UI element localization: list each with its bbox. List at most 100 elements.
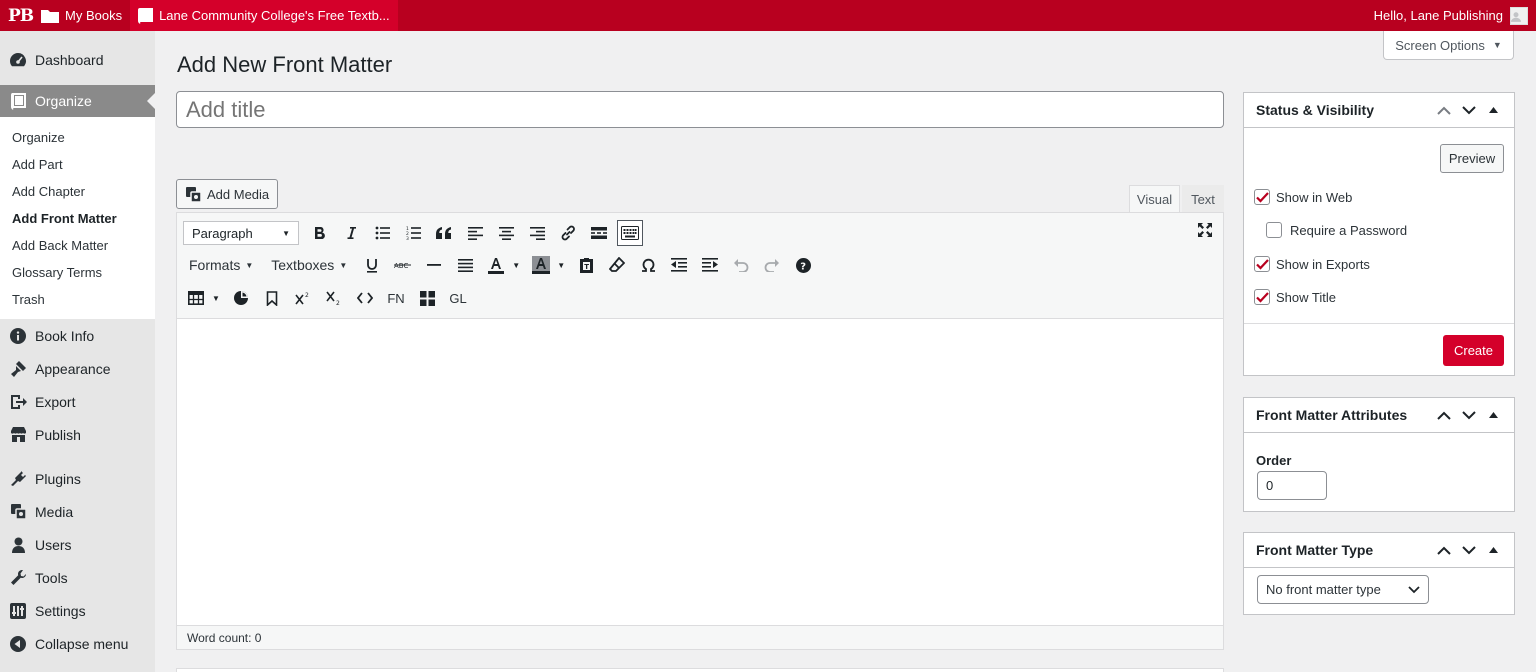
insert-link-button[interactable] — [555, 220, 581, 246]
menu-collapse-label: Collapse menu — [35, 635, 129, 652]
title-input[interactable] — [176, 91, 1224, 128]
info-icon — [9, 327, 27, 345]
background-color-dropdown[interactable]: ▼ — [554, 252, 568, 278]
move-down-button[interactable] — [1456, 98, 1481, 123]
submenu-add-back-matter[interactable]: Add Back Matter — [0, 232, 155, 259]
fullscreen-button[interactable] — [1197, 222, 1213, 238]
glossary-button[interactable]: GL — [445, 285, 471, 311]
menu-media[interactable]: Media — [0, 495, 155, 528]
indent-button[interactable] — [697, 252, 723, 278]
bold-button[interactable] — [307, 220, 333, 246]
underline-button[interactable] — [359, 252, 385, 278]
menu-export[interactable]: Export — [0, 385, 155, 418]
front-matter-type-select[interactable]: No front matter type — [1257, 575, 1429, 604]
undo-button[interactable] — [728, 252, 754, 278]
move-up-button[interactable] — [1431, 538, 1456, 563]
submenu-trash[interactable]: Trash — [0, 286, 155, 313]
menu-book-info[interactable]: Book Info — [0, 319, 155, 352]
text-color-button[interactable] — [483, 252, 509, 278]
show-in-web-checkbox[interactable] — [1254, 189, 1270, 205]
footnote-button[interactable]: FN — [383, 285, 409, 311]
align-right-button[interactable] — [524, 220, 550, 246]
code-button[interactable] — [352, 285, 378, 311]
align-center-button[interactable] — [493, 220, 519, 246]
footnote-label: FN — [387, 290, 405, 306]
account-menu[interactable]: Hello, Lane Publishing — [1366, 0, 1536, 31]
media-icon — [186, 186, 202, 203]
require-password-checkbox[interactable] — [1266, 222, 1282, 238]
menu-organize[interactable]: Organize — [0, 85, 155, 117]
pressbooks-logo[interactable]: PB — [0, 0, 34, 31]
export-icon — [9, 393, 27, 411]
special-character-button[interactable] — [635, 252, 661, 278]
formats-dropdown[interactable]: Formats ▼ — [183, 252, 259, 278]
italic-button[interactable] — [338, 220, 364, 246]
order-input[interactable] — [1257, 471, 1327, 500]
show-in-exports-checkbox[interactable] — [1254, 256, 1270, 272]
paragraph-format-value: Paragraph — [192, 225, 253, 241]
horizontal-line-button[interactable] — [421, 252, 447, 278]
outdent-button[interactable] — [666, 252, 692, 278]
subscript-button[interactable]: 2 — [321, 285, 347, 311]
toolbar-toggle-button[interactable] — [617, 220, 643, 246]
table-dropdown[interactable]: ▼ — [209, 285, 223, 311]
my-books-label: My Books — [65, 8, 123, 23]
menu-appearance[interactable]: Appearance — [0, 352, 155, 385]
menu-settings[interactable]: Settings — [0, 594, 155, 627]
help-button[interactable]: ? — [790, 252, 816, 278]
paste-as-text-button[interactable]: T — [573, 252, 599, 278]
add-media-button[interactable]: Add Media — [176, 179, 278, 209]
show-title-checkbox[interactable] — [1254, 289, 1270, 305]
keyboard-icon — [621, 226, 639, 240]
chevron-up-icon — [1436, 106, 1451, 115]
align-left-button[interactable] — [462, 220, 488, 246]
move-down-button[interactable] — [1456, 538, 1481, 563]
menu-users[interactable]: Users — [0, 528, 155, 561]
menu-publish[interactable]: Publish — [0, 418, 155, 451]
menu-dashboard[interactable]: Dashboard — [0, 43, 155, 76]
toggle-panel-button[interactable] — [1481, 403, 1506, 428]
submenu-glossary-terms[interactable]: Glossary Terms — [0, 259, 155, 286]
table-button[interactable] — [183, 285, 209, 311]
content-editor: Paragraph ▼ 123 Formats ▼ Textboxes ▼ AB… — [176, 212, 1224, 650]
my-books-link[interactable]: My Books — [33, 0, 130, 31]
justify-button[interactable] — [452, 252, 478, 278]
blockquote-button[interactable] — [431, 220, 457, 246]
preview-button[interactable]: Preview — [1440, 144, 1504, 173]
move-down-button[interactable] — [1456, 403, 1481, 428]
submenu-add-front-matter[interactable]: Add Front Matter — [0, 205, 155, 232]
move-up-button[interactable] — [1431, 98, 1456, 123]
bullet-list-button[interactable] — [369, 220, 395, 246]
paragraph-format-select[interactable]: Paragraph ▼ — [183, 221, 299, 245]
editor-content-area[interactable] — [177, 319, 1223, 610]
menu-tools[interactable]: Tools — [0, 561, 155, 594]
strikethrough-button[interactable]: ABC — [390, 252, 416, 278]
textboxes-dropdown[interactable]: Textboxes ▼ — [265, 252, 353, 278]
align-left-icon — [467, 226, 483, 240]
grid-button[interactable] — [414, 285, 440, 311]
read-more-button[interactable] — [586, 220, 612, 246]
superscript-button[interactable]: 2 — [290, 285, 316, 311]
text-color-dropdown[interactable]: ▼ — [509, 252, 523, 278]
menu-collapse[interactable]: Collapse menu — [0, 627, 155, 660]
paintbrush-icon — [9, 360, 27, 378]
anchor-button[interactable] — [259, 285, 285, 311]
toggle-panel-button[interactable] — [1481, 538, 1506, 563]
submenu-add-part[interactable]: Add Part — [0, 151, 155, 178]
tab-text[interactable]: Text — [1182, 185, 1224, 213]
move-up-button[interactable] — [1431, 403, 1456, 428]
site-name-link[interactable]: Lane Community College's Free Textb... — [130, 0, 398, 31]
background-color-button[interactable] — [528, 252, 554, 278]
submenu-add-chapter[interactable]: Add Chapter — [0, 178, 155, 205]
tab-visual[interactable]: Visual — [1129, 185, 1180, 213]
caret-down-icon: ▼ — [512, 260, 521, 270]
create-button[interactable]: Create — [1443, 335, 1504, 366]
menu-plugins[interactable]: Plugins — [0, 462, 155, 495]
toggle-panel-button[interactable] — [1481, 98, 1506, 123]
clear-formatting-button[interactable] — [604, 252, 630, 278]
screen-options-button[interactable]: Screen Options ▼ — [1383, 31, 1514, 60]
redo-button[interactable] — [759, 252, 785, 278]
numbered-list-button[interactable]: 123 — [400, 220, 426, 246]
latex-button[interactable] — [228, 285, 254, 311]
submenu-organize[interactable]: Organize — [0, 124, 155, 151]
